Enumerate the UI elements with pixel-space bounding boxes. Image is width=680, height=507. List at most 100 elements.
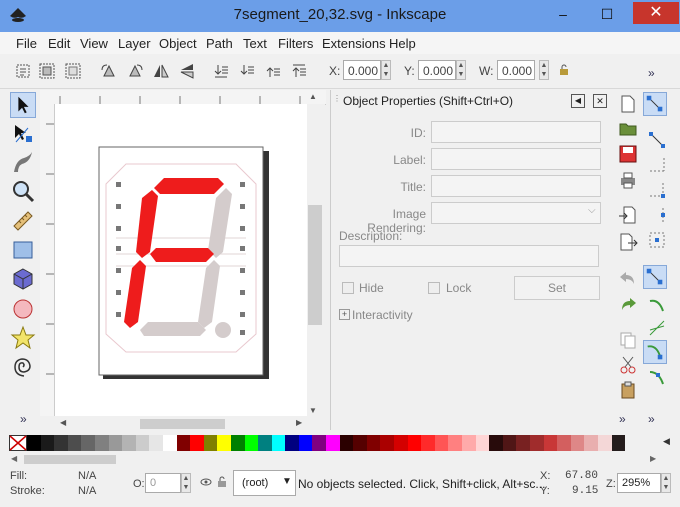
new-document-icon[interactable] <box>618 94 638 114</box>
measure-tool-icon[interactable] <box>10 208 36 234</box>
palette-swatch[interactable] <box>462 435 476 451</box>
palette-swatch[interactable] <box>421 435 435 451</box>
opacity-spinner[interactable]: ▲ ▼ <box>181 473 191 493</box>
lower-to-bottom-icon[interactable] <box>212 62 230 80</box>
menu-layer[interactable]: Layer <box>118 36 151 51</box>
deselect-icon[interactable] <box>64 62 82 80</box>
commands-overflow-button[interactable]: » <box>619 412 626 426</box>
image-rendering-select[interactable] <box>431 202 601 224</box>
raise-icon[interactable] <box>264 62 282 80</box>
set-button[interactable]: Set <box>514 276 600 300</box>
palette-scroll-thumb[interactable] <box>24 455 116 464</box>
zoom-spinner[interactable]: ▲ ▼ <box>661 473 671 493</box>
palette-swatch[interactable] <box>611 435 626 451</box>
toolbar-overflow-button[interactable]: » <box>648 66 655 80</box>
selector-tool-button[interactable] <box>10 92 36 118</box>
palette-swatch[interactable] <box>176 435 191 451</box>
rotate-ccw-icon[interactable] <box>100 62 118 80</box>
x-spinner[interactable]: ▲ ▼ <box>381 60 391 80</box>
palette-swatch[interactable] <box>162 435 177 451</box>
menu-edit[interactable]: Edit <box>48 36 70 51</box>
palette-swatch[interactable] <box>54 435 68 451</box>
palette-swatch[interactable] <box>380 435 395 451</box>
scroll-down-arrow-icon[interactable]: ▼ <box>309 406 317 415</box>
select-all-icon[interactable] <box>14 62 32 80</box>
description-textarea[interactable] <box>339 245 599 267</box>
y-input[interactable]: 0.000 <box>418 60 456 80</box>
palette-scroll-icon[interactable]: ◀ <box>663 436 670 447</box>
menu-file[interactable]: File <box>16 36 37 51</box>
scroll-left-arrow-icon[interactable]: ◀ <box>60 418 66 427</box>
palette-swatch[interactable] <box>597 435 612 451</box>
palette-swatch[interactable] <box>217 435 231 451</box>
palette-swatch[interactable] <box>339 435 354 451</box>
id-field[interactable] <box>431 121 601 143</box>
snap-overflow-button[interactable]: » <box>648 412 655 426</box>
raise-to-top-icon[interactable] <box>290 62 308 80</box>
lock-checkbox[interactable] <box>428 282 440 294</box>
x-input[interactable]: 0.000 <box>343 60 381 80</box>
menu-text[interactable]: Text <box>243 36 267 51</box>
snap-toggle-button[interactable] <box>643 92 667 116</box>
panel-iconify-icon[interactable]: ◀ <box>571 94 585 108</box>
palette-swatch[interactable] <box>584 435 598 451</box>
ellipse-tool-icon[interactable] <box>10 296 36 322</box>
label-field[interactable] <box>431 148 601 170</box>
palette-scroll-left-icon[interactable]: ◀ <box>11 454 17 463</box>
interactivity-expander[interactable]: + <box>339 309 350 320</box>
select-all-layers-icon[interactable] <box>38 62 56 80</box>
palette-swatch[interactable] <box>298 435 313 451</box>
palette-swatch[interactable] <box>135 435 150 451</box>
palette-swatch[interactable] <box>557 435 571 451</box>
palette-swatch[interactable] <box>230 435 245 451</box>
snap-intersections-icon[interactable] <box>647 318 667 338</box>
flip-horizontal-icon[interactable] <box>152 62 170 80</box>
menu-object[interactable]: Object <box>159 36 197 51</box>
no-paint-swatch-icon[interactable] <box>9 435 27 451</box>
y-spinner[interactable]: ▲ ▼ <box>456 60 466 80</box>
export-icon[interactable] <box>618 232 638 252</box>
layer-lock-icon[interactable] <box>216 476 228 488</box>
minimize-button[interactable]: – <box>548 4 578 24</box>
rectangle-tool-icon[interactable] <box>10 237 36 263</box>
copy-icon[interactable] <box>618 330 638 350</box>
palette-swatch[interactable] <box>529 435 544 451</box>
palette-swatch[interactable] <box>94 435 109 451</box>
menu-path[interactable]: Path <box>206 36 233 51</box>
palette-swatch[interactable] <box>502 435 517 451</box>
seven-segment-display[interactable] <box>96 144 270 380</box>
palette-swatch[interactable] <box>353 435 367 451</box>
panel-close-icon[interactable]: ✕ <box>593 94 607 108</box>
palette-swatch[interactable] <box>81 435 95 451</box>
menu-help[interactable]: Help <box>389 36 416 51</box>
palette-swatch[interactable] <box>326 435 340 451</box>
import-icon[interactable] <box>618 205 638 225</box>
palette-swatch[interactable] <box>366 435 381 451</box>
w-input[interactable]: 0.000 <box>497 60 535 80</box>
vertical-scroll-thumb[interactable] <box>308 205 322 325</box>
palette-swatch[interactable] <box>394 435 408 451</box>
open-folder-icon[interactable] <box>618 118 638 138</box>
flip-vertical-icon[interactable] <box>178 62 196 80</box>
snap-bbox-icon[interactable] <box>647 130 667 150</box>
toolbox-overflow-button[interactable]: » <box>20 412 27 426</box>
scroll-right-arrow-icon[interactable]: ▶ <box>296 418 302 427</box>
save-icon[interactable] <box>618 144 638 164</box>
horizontal-scroll-thumb[interactable] <box>140 419 225 429</box>
star-tool-icon[interactable] <box>10 325 36 351</box>
snap-bbox-midpoint-icon[interactable] <box>647 205 667 225</box>
undo-icon[interactable] <box>618 268 638 288</box>
opacity-input[interactable]: 0 <box>145 473 181 493</box>
panel-grip-icon[interactable]: ⋮ <box>333 94 341 103</box>
palette-swatch[interactable] <box>27 435 41 451</box>
cut-icon[interactable] <box>618 355 638 375</box>
snap-smooth-nodes-button[interactable] <box>643 340 667 364</box>
menu-extensions[interactable]: Extensions <box>322 36 386 51</box>
palette-swatch[interactable] <box>489 435 503 451</box>
layer-visibility-icon[interactable] <box>200 476 212 488</box>
palette-swatch[interactable] <box>190 435 204 451</box>
lower-icon[interactable] <box>238 62 256 80</box>
palette-swatch[interactable] <box>244 435 259 451</box>
node-tool-icon[interactable] <box>10 120 36 146</box>
palette-swatch[interactable] <box>448 435 462 451</box>
